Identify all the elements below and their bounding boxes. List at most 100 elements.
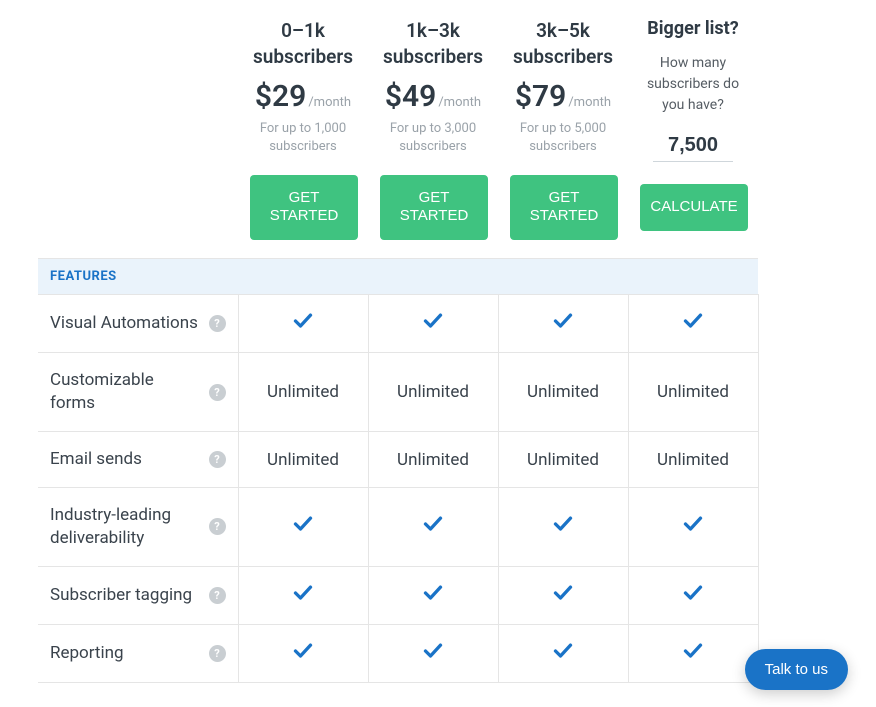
feature-row: Customizable forms? Unlimited Unlimited Unl… xyxy=(38,353,758,432)
plan-price-line: $79 /month xyxy=(510,79,616,114)
feature-value-cell: Unlimited xyxy=(628,432,758,488)
feature-label: Reporting xyxy=(50,642,124,665)
feature-value-cell: Unlimited xyxy=(498,432,628,488)
check-icon xyxy=(291,311,315,331)
feature-label: Industry-leading deliverability xyxy=(50,504,201,550)
feature-value-cell xyxy=(628,566,758,624)
feature-value-cell xyxy=(628,624,758,682)
feature-value-cell: Unlimited xyxy=(498,353,628,432)
check-icon xyxy=(291,583,315,603)
plan-subtext: For up to 1,000 subscribers xyxy=(250,120,356,156)
feature-value: Unlimited xyxy=(397,450,469,470)
feature-label: Subscriber tagging xyxy=(50,584,192,607)
check-icon xyxy=(421,514,445,534)
feature-value-cell xyxy=(628,295,758,353)
question-mark-icon[interactable]: ? xyxy=(209,587,226,604)
feature-value-cell: Unlimited xyxy=(628,353,758,432)
check-icon xyxy=(681,641,705,661)
check-icon xyxy=(681,583,705,603)
question-mark-icon[interactable]: ? xyxy=(209,645,226,662)
plan-price-line: $49 /month xyxy=(380,79,486,114)
plan-period: /month xyxy=(568,95,611,110)
plan-subtext: For up to 5,000 subscribers xyxy=(510,120,616,156)
feature-value-cell xyxy=(238,566,368,624)
get-started-button[interactable]: GET STARTED xyxy=(250,175,358,241)
feature-value-cell: Unlimited xyxy=(368,432,498,488)
check-icon xyxy=(291,641,315,661)
calculate-button[interactable]: CALCULATE xyxy=(640,184,748,231)
check-icon xyxy=(421,641,445,661)
feature-value-cell xyxy=(628,487,758,566)
feature-value-cell: Unlimited xyxy=(238,432,368,488)
feature-row: Industry-leading deliverability? xyxy=(38,487,758,566)
feature-value-cell xyxy=(498,295,628,353)
feature-value: Unlimited xyxy=(267,450,339,470)
check-icon xyxy=(681,311,705,331)
bigger-list-question: How many subscribers do you have? xyxy=(640,53,746,116)
plan-subtext: For up to 3,000 subscribers xyxy=(380,120,486,156)
feature-value: Unlimited xyxy=(267,382,339,402)
plan-title: 0–1k subscribers xyxy=(250,18,356,69)
feature-row: Reporting? xyxy=(38,624,758,682)
feature-value-cell: Unlimited xyxy=(238,353,368,432)
feature-label-cell: Industry-leading deliverability? xyxy=(38,487,238,566)
question-mark-icon[interactable]: ? xyxy=(209,384,226,401)
plan-period: /month xyxy=(438,95,481,110)
check-icon xyxy=(681,514,705,534)
plan-price: $79 xyxy=(515,79,566,114)
get-started-button[interactable]: GET STARTED xyxy=(510,175,618,241)
check-icon xyxy=(551,583,575,603)
feature-value-cell xyxy=(368,487,498,566)
plan-card-2: 3k–5k subscribers $79 /month For up to 5… xyxy=(498,0,628,259)
feature-row: Visual Automations? xyxy=(38,295,758,353)
chat-button-label: Talk to us xyxy=(765,661,828,678)
subscribers-input-wrap xyxy=(640,130,746,162)
plan-title: 1k–3k subscribers xyxy=(380,18,486,69)
feature-value-cell xyxy=(368,295,498,353)
plan-price-line: $29 /month xyxy=(250,79,356,114)
feature-value: Unlimited xyxy=(657,382,729,402)
feature-value: Unlimited xyxy=(397,382,469,402)
feature-label-cell: Subscriber tagging? xyxy=(38,566,238,624)
question-mark-icon[interactable]: ? xyxy=(209,451,226,468)
plan-period: /month xyxy=(308,95,351,110)
feature-value: Unlimited xyxy=(527,382,599,402)
check-icon xyxy=(291,514,315,534)
feature-label-cell: Visual Automations? xyxy=(38,295,238,353)
feature-value-cell xyxy=(368,566,498,624)
feature-value-cell: Unlimited xyxy=(368,353,498,432)
feature-value-cell xyxy=(238,487,368,566)
feature-label: Customizable forms xyxy=(50,369,201,415)
check-icon xyxy=(421,583,445,603)
get-started-button[interactable]: GET STARTED xyxy=(380,175,488,241)
plan-card-0: 0–1k subscribers $29 /month For up to 1,… xyxy=(238,0,368,259)
feature-label-cell: Reporting? xyxy=(38,624,238,682)
feature-value: Unlimited xyxy=(657,450,729,470)
features-header-row: FEATURES xyxy=(38,259,758,295)
check-icon xyxy=(551,311,575,331)
feature-value-cell xyxy=(498,566,628,624)
check-icon xyxy=(551,514,575,534)
feature-value: Unlimited xyxy=(527,450,599,470)
feature-label: Visual Automations xyxy=(50,312,198,335)
chat-button[interactable]: Talk to us xyxy=(745,649,848,690)
feature-label: Email sends xyxy=(50,448,142,471)
bigger-list-card: Bigger list? How many subscribers do you… xyxy=(628,0,758,259)
feature-row: Subscriber tagging? xyxy=(38,566,758,624)
question-mark-icon[interactable]: ? xyxy=(209,315,226,332)
plan-card-1: 1k–3k subscribers $49 /month For up to 3… xyxy=(368,0,498,259)
plan-price: $29 xyxy=(255,79,306,114)
plan-header-spacer xyxy=(38,0,238,259)
check-icon xyxy=(551,641,575,661)
plan-price: $49 xyxy=(385,79,436,114)
check-icon xyxy=(421,311,445,331)
bigger-list-title: Bigger list? xyxy=(640,18,746,39)
feature-label-cell: Email sends? xyxy=(38,432,238,488)
question-mark-icon[interactable]: ? xyxy=(209,518,226,535)
feature-value-cell xyxy=(498,624,628,682)
feature-value-cell xyxy=(238,295,368,353)
plan-header-row: 0–1k subscribers $29 /month For up to 1,… xyxy=(38,0,758,259)
feature-value-cell xyxy=(238,624,368,682)
feature-row: Email sends? Unlimited Unlimited Unlimited U… xyxy=(38,432,758,488)
subscribers-input[interactable] xyxy=(653,130,733,162)
